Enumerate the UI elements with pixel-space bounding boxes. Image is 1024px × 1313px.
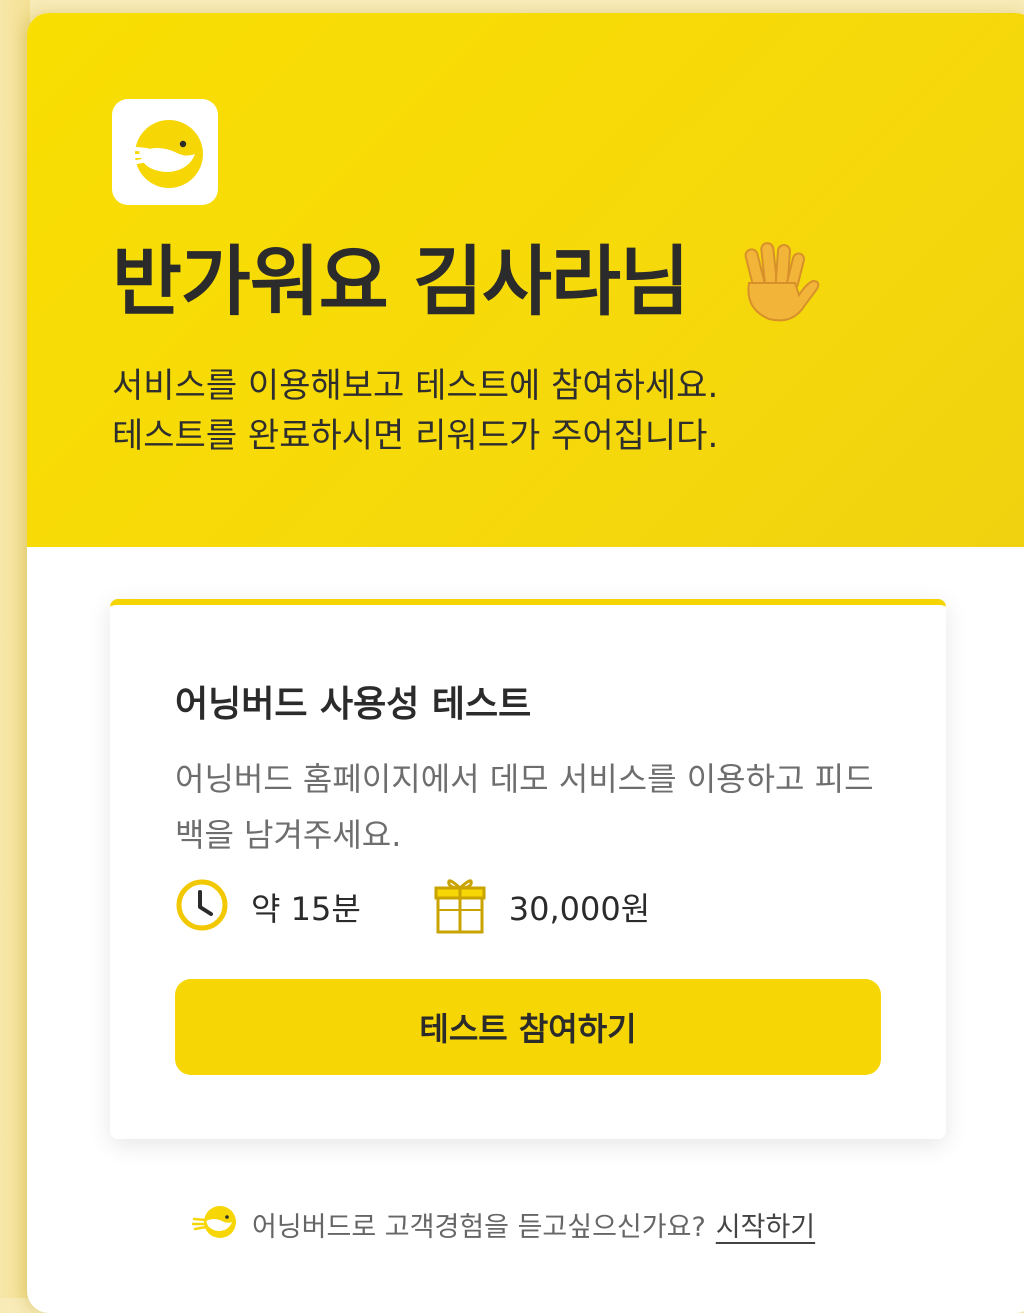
intro-line-1: 서비스를 이용해보고 테스트에 참여하세요. xyxy=(112,366,719,406)
duration-info: 약 15분 xyxy=(175,878,361,936)
welcome-panel: 반가워요 김사라님 서비스를 이용해보고 테스트에 참여하세요. 테스트를 완료… xyxy=(27,13,1024,1313)
test-title: 어닝버드 사용성 테스트 xyxy=(175,684,532,725)
greeting-title: 반가워요 김사라님 xyxy=(112,237,690,326)
reward-info: 30,000원 xyxy=(433,874,650,940)
intro-text: 서비스를 이용해보고 테스트에 참여하세요. 테스트를 완료하시면 리워드가 주… xyxy=(112,361,932,461)
hero-section: 반가워요 김사라님 서비스를 이용해보고 테스트에 참여하세요. 테스트를 완료… xyxy=(27,13,1024,547)
bird-logo-icon xyxy=(112,99,218,205)
clock-icon xyxy=(175,878,229,936)
test-meta: 약 15분 30,000원 xyxy=(175,877,650,937)
join-test-button[interactable]: 테스트 참여하기 xyxy=(175,979,881,1075)
intro-line-2: 테스트를 완료하시면 리워드가 주어집니다. xyxy=(112,416,719,456)
start-link[interactable]: 시작하기 xyxy=(716,1205,815,1244)
gift-icon xyxy=(433,874,487,940)
bird-logo-icon xyxy=(191,1202,238,1246)
duration-text: 약 15분 xyxy=(251,890,361,928)
footer-promo: 어닝버드로 고객경험을 듣고싶으신가요? 시작하기 xyxy=(191,1201,815,1247)
waving-hand-icon xyxy=(735,239,825,329)
test-card: 어닝버드 사용성 테스트 어닝버드 홈페이지에서 데모 서비스를 이용하고 피드… xyxy=(110,599,946,1139)
reward-text: 30,000원 xyxy=(508,890,651,928)
footer-text: 어닝버드로 고객경험을 듣고싶으신가요? xyxy=(252,1211,706,1243)
test-description: 어닝버드 홈페이지에서 데모 서비스를 이용하고 피드백을 남겨주세요. xyxy=(175,760,874,854)
background-edge xyxy=(0,0,30,1298)
